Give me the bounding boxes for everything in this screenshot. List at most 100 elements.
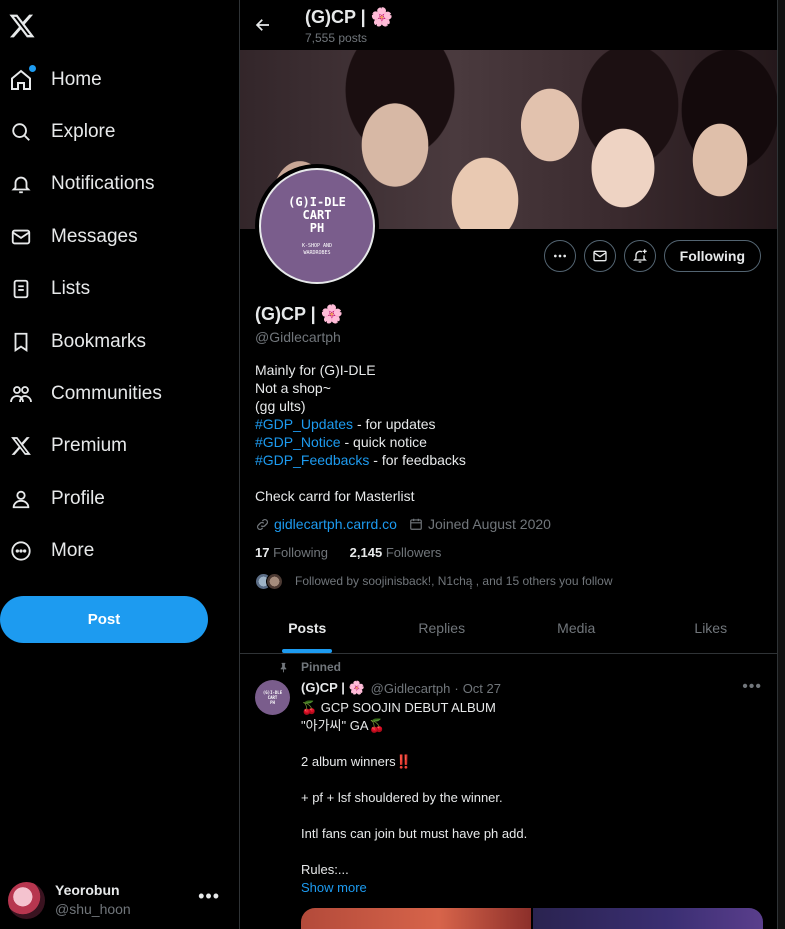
avatar-text-1: (G)I-DLE — [288, 194, 346, 209]
posts-count: 7,555 posts — [305, 31, 368, 45]
nav-home-label: Home — [51, 69, 102, 90]
nav-notifications[interactable]: Notifications — [0, 162, 155, 206]
nav-premium[interactable]: Premium — [0, 424, 127, 468]
bio-line: Not a shop~ — [255, 380, 331, 396]
home-icon — [8, 65, 36, 93]
profile-tabs: Posts Replies Media Likes — [240, 603, 778, 654]
pinned-label: Pinned — [278, 660, 341, 674]
back-arrow-icon[interactable] — [254, 16, 274, 36]
x-premium-icon — [8, 433, 34, 459]
media-image[interactable] — [301, 908, 531, 929]
nav-notifications-label: Notifications — [51, 173, 155, 194]
avatar-subtext: K-SHOP AND WARDROBES — [301, 242, 333, 256]
hashtag-link[interactable]: #GDP_Feedbacks — [255, 452, 369, 468]
tweet-author-name[interactable]: (G)CP | 🌸 — [301, 680, 365, 696]
nav-bookmarks-label: Bookmarks — [51, 331, 147, 352]
post-button[interactable]: Post — [0, 596, 208, 643]
following-button[interactable]: Following — [663, 240, 761, 272]
nav-explore-label: Explore — [51, 121, 116, 142]
search-icon — [8, 119, 34, 145]
nav-communities[interactable]: Communities — [0, 372, 162, 416]
account-handle: @shu_hoon — [55, 901, 131, 917]
nav-explore[interactable]: Explore — [0, 110, 115, 154]
profile-website-link[interactable]: gidlecartph.carrd.co — [274, 516, 397, 532]
tab-posts[interactable]: Posts — [240, 603, 375, 653]
nav-profile[interactable]: Profile — [0, 477, 105, 521]
nav-communities-label: Communities — [51, 383, 162, 404]
avatar-text-3: PH — [309, 220, 325, 235]
x-logo-icon[interactable] — [8, 12, 36, 40]
link-icon — [257, 518, 268, 530]
avatar-text-2: CART — [302, 207, 332, 222]
profile-actions: Following — [543, 240, 761, 272]
message-button[interactable] — [583, 240, 616, 272]
profile-avatar[interactable]: (G)I-DLE CART PH K-SHOP AND WARDROBES — [255, 164, 379, 288]
tab-likes[interactable]: Likes — [644, 603, 778, 653]
communities-icon — [8, 381, 34, 407]
followed-by[interactable]: Followed by soojinisback!, N1chaฺฺ , and… — [255, 572, 613, 591]
nav-messages[interactable]: Messages — [0, 215, 138, 259]
more-dots-icon[interactable]: ••• — [198, 886, 220, 907]
bookmark-icon — [8, 329, 34, 355]
tab-replies[interactable]: Replies — [375, 603, 510, 653]
profile-name: (G)CP | 🌸 — [255, 304, 344, 324]
tab-media[interactable]: Media — [509, 603, 644, 653]
followed-by-text: Followed by soojinisback!, N1chaฺฺ , and… — [295, 574, 613, 588]
bio-line: #GDP_Notice - quick notice — [255, 434, 427, 450]
show-more-link[interactable]: Show more — [301, 879, 761, 897]
notify-button[interactable] — [623, 240, 656, 272]
joined-date: Joined August 2020 — [427, 516, 551, 532]
tweet-date[interactable]: Oct 27 — [463, 681, 501, 696]
nav-premium-label: Premium — [51, 435, 128, 456]
hashtag-link[interactable]: #GDP_Notice — [255, 434, 341, 450]
followers-link[interactable]: 2,145 Followers — [350, 545, 442, 560]
avatar[interactable]: (G)I-DLE CART PH — [255, 680, 290, 715]
following-link[interactable]: 17 Following — [255, 545, 328, 560]
follow-stats: 17 Following 2,145 Followers — [255, 545, 441, 560]
scrollbar[interactable] — [778, 0, 785, 929]
bio-line: (gg ults) — [255, 398, 306, 414]
bio-line: Check carrd for Masterlist — [255, 488, 415, 504]
envelope-icon — [8, 224, 34, 250]
nav-lists-label: Lists — [51, 278, 91, 299]
account-switcher[interactable]: Yeorobun @shu_hoon ••• — [8, 880, 232, 920]
tweet-text: 🍒 GCP SOOJIN DEBUT ALBUM "아가씨" GA🍒 2 alb… — [301, 699, 761, 897]
hashtag-link[interactable]: #GDP_Updates — [255, 416, 353, 432]
tweet-header: (G)CP | 🌸 @Gidlecartph · Oct 27 — [301, 680, 501, 696]
more-options-button[interactable] — [543, 240, 576, 272]
bio-line: Mainly for (G)I-DLE — [255, 362, 376, 378]
tweet-author-handle[interactable]: @Gidlecartph — [371, 681, 451, 696]
profile-meta: gidlecartph.carrd.co Joined August 2020 — [255, 516, 551, 532]
profile-bio: Mainly for (G)I-DLE Not a shop~ (gg ults… — [255, 361, 466, 505]
more-circle-icon — [8, 538, 34, 564]
profile-handle: @Gidlecartph — [255, 329, 341, 345]
list-icon — [8, 276, 34, 302]
nav-more-label: More — [51, 540, 95, 561]
tweet-media[interactable] — [301, 908, 763, 929]
ellipsis-icon — [553, 254, 566, 258]
user-icon — [8, 486, 34, 512]
sidebar: Home Explore Notifications Messages List… — [0, 0, 240, 929]
header-title: (G)CP | 🌸 — [305, 7, 394, 27]
nav-home[interactable]: Home — [0, 58, 102, 102]
pinned-tweet[interactable]: Pinned (G)I-DLE CART PH (G)CP | 🌸 @Gidle… — [240, 655, 777, 929]
calendar-icon — [410, 518, 422, 530]
nav-bookmarks[interactable]: Bookmarks — [0, 320, 146, 364]
nav-messages-label: Messages — [51, 226, 138, 247]
nav-more[interactable]: More — [0, 529, 94, 573]
profile-header-bar: (G)CP | 🌸 7,555 posts — [240, 0, 777, 50]
envelope-icon — [593, 250, 607, 262]
bell-plus-icon — [632, 249, 647, 263]
profile-column: (G)CP | 🌸 7,555 posts (G)I-DLE CART PH K… — [240, 0, 778, 929]
media-image[interactable] — [533, 908, 763, 929]
nav-lists[interactable]: Lists — [0, 267, 90, 311]
notification-dot — [29, 65, 36, 72]
tweet-more-icon[interactable]: ••• — [742, 678, 762, 696]
nav-profile-label: Profile — [51, 488, 105, 509]
bell-icon — [8, 171, 34, 197]
account-text: Yeorobun @shu_hoon — [55, 881, 131, 919]
pin-icon — [280, 662, 287, 673]
bio-line: #GDP_Updates - for updates — [255, 416, 436, 432]
account-name: Yeorobun — [55, 882, 120, 898]
avatar — [8, 881, 45, 919]
